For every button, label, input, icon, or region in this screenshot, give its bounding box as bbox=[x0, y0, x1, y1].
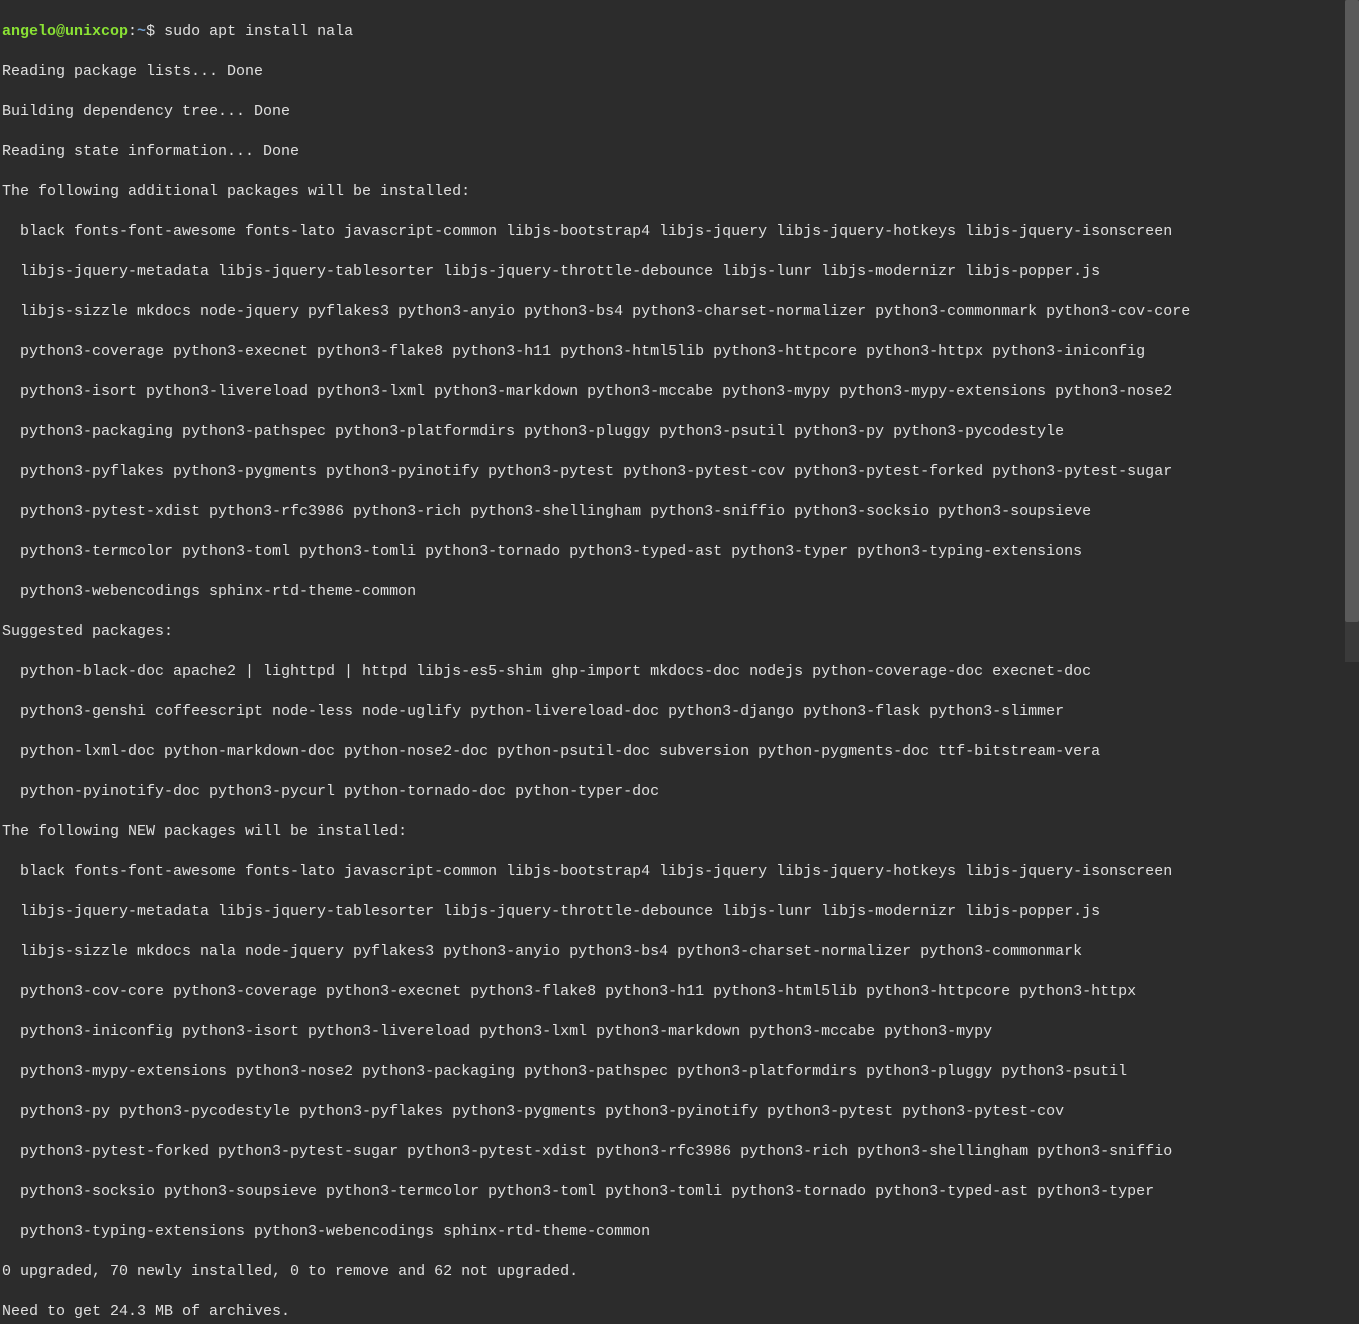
output-line: libjs-jquery-metadata libjs-jquery-table… bbox=[2, 262, 1357, 282]
scrollbar-thumb[interactable] bbox=[1345, 0, 1359, 622]
prompt-symbol: $ bbox=[146, 23, 164, 40]
prompt-line: angelo@unixcop:~$ sudo apt install nala bbox=[2, 22, 1357, 42]
output-line: The following additional packages will b… bbox=[2, 182, 1357, 202]
output-line: python3-pytest-xdist python3-rfc3986 pyt… bbox=[2, 502, 1357, 522]
output-line: python3-isort python3-livereload python3… bbox=[2, 382, 1357, 402]
output-line: Building dependency tree... Done bbox=[2, 102, 1357, 122]
prompt-path: ~ bbox=[137, 23, 146, 40]
output-line: libjs-sizzle mkdocs nala node-jquery pyf… bbox=[2, 942, 1357, 962]
output-line: 0 upgraded, 70 newly installed, 0 to rem… bbox=[2, 1262, 1357, 1282]
output-line: libjs-jquery-metadata libjs-jquery-table… bbox=[2, 902, 1357, 922]
output-line: python-pyinotify-doc python3-pycurl pyth… bbox=[2, 782, 1357, 802]
scrollbar-track[interactable] bbox=[1345, 0, 1359, 662]
output-line: python3-iniconfig python3-isort python3-… bbox=[2, 1022, 1357, 1042]
output-line: The following NEW packages will be insta… bbox=[2, 822, 1357, 842]
output-line: python3-coverage python3-execnet python3… bbox=[2, 342, 1357, 362]
output-line: Need to get 24.3 MB of archives. bbox=[2, 1302, 1357, 1322]
output-line: Reading state information... Done bbox=[2, 142, 1357, 162]
output-line: python3-packaging python3-pathspec pytho… bbox=[2, 422, 1357, 442]
output-line: python-lxml-doc python-markdown-doc pyth… bbox=[2, 742, 1357, 762]
output-line: python3-cov-core python3-coverage python… bbox=[2, 982, 1357, 1002]
output-line: python3-genshi coffeescript node-less no… bbox=[2, 702, 1357, 722]
terminal-output[interactable]: angelo@unixcop:~$ sudo apt install nala … bbox=[0, 0, 1359, 1324]
output-line: python3-pytest-forked python3-pytest-sug… bbox=[2, 1142, 1357, 1162]
output-line: python3-webencodings sphinx-rtd-theme-co… bbox=[2, 582, 1357, 602]
output-line: python3-pyflakes python3-pygments python… bbox=[2, 462, 1357, 482]
output-line: libjs-sizzle mkdocs node-jquery pyflakes… bbox=[2, 302, 1357, 322]
prompt-separator: : bbox=[128, 23, 137, 40]
output-line: black fonts-font-awesome fonts-lato java… bbox=[2, 222, 1357, 242]
output-line: black fonts-font-awesome fonts-lato java… bbox=[2, 862, 1357, 882]
output-line: python3-mypy-extensions python3-nose2 py… bbox=[2, 1062, 1357, 1082]
command-text: sudo apt install nala bbox=[164, 23, 353, 40]
output-line: Suggested packages: bbox=[2, 622, 1357, 642]
output-line: Reading package lists... Done bbox=[2, 62, 1357, 82]
output-line: python-black-doc apache2 | lighttpd | ht… bbox=[2, 662, 1357, 682]
output-line: python3-termcolor python3-toml python3-t… bbox=[2, 542, 1357, 562]
prompt-user: angelo@unixcop bbox=[2, 23, 128, 40]
output-line: python3-typing-extensions python3-webenc… bbox=[2, 1222, 1357, 1242]
output-line: python3-socksio python3-soupsieve python… bbox=[2, 1182, 1357, 1202]
output-line: python3-py python3-pycodestyle python3-p… bbox=[2, 1102, 1357, 1122]
